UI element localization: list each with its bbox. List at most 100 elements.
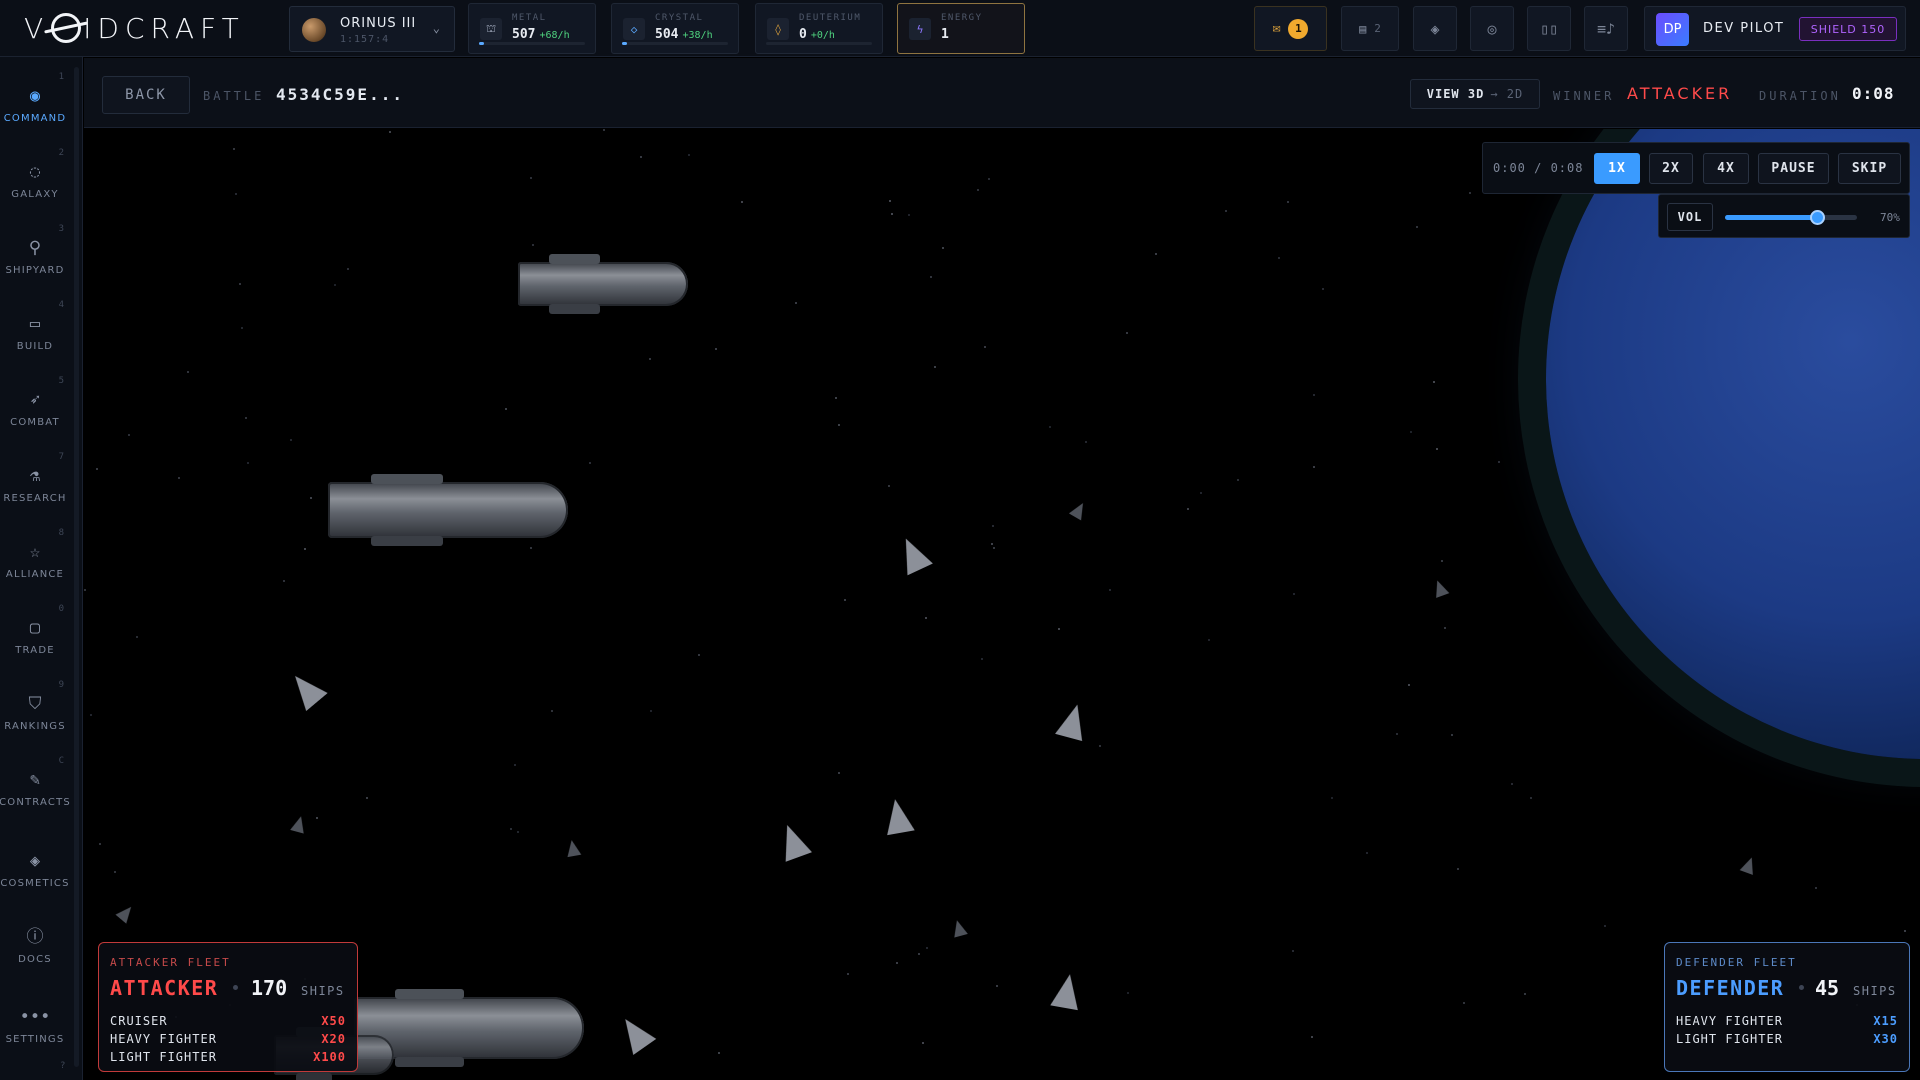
fleet-name: DEFENDER — [1676, 976, 1785, 1000]
planet-backdrop — [84, 129, 1920, 1080]
sidebar-item-label: DOCS — [18, 953, 52, 965]
galaxy-icon: ◌ — [29, 161, 41, 182]
planet-globe-icon — [302, 18, 326, 42]
sidebar-item-label: COSMETICS — [0, 877, 70, 889]
sidebar-item-cosmetics[interactable]: ◈ COSMETICS — [0, 833, 70, 905]
skip-button[interactable]: SKIP — [1838, 153, 1901, 184]
resource-energy[interactable]: ϟ ENERGY 1 — [897, 3, 1025, 54]
deuterium-icon: ◊ — [767, 18, 789, 40]
sidebar-item-alliance[interactable]: 8 ☆ ALLIANCE — [0, 524, 70, 596]
mail-button[interactable]: ✉ 1 — [1254, 6, 1327, 51]
volume-slider[interactable] — [1725, 210, 1857, 225]
sidebar-item-label: CONTRACTS — [0, 796, 71, 808]
app-logo[interactable]: V IDCRAFT — [24, 12, 245, 45]
resource-label: METAL — [512, 13, 547, 23]
resource-metal[interactable]: ⛫ METAL 507 +68/h — [468, 3, 596, 54]
avatar: DP — [1656, 13, 1689, 46]
command-icon: ◉ — [29, 85, 41, 106]
view-alt-label: → 2D — [1490, 87, 1524, 101]
shortcut-key: 4 — [58, 300, 64, 310]
shortcut-key: 9 — [58, 680, 64, 690]
battle-header: BACK BATTLE 4534C59E... VIEW 3D → 2D WINN… — [84, 58, 1920, 128]
resource-bar — [622, 42, 728, 45]
shortcut-key: 0 — [58, 604, 64, 614]
resource-rate: +0/h — [810, 30, 835, 41]
speed-2x-button[interactable]: 2X — [1649, 153, 1693, 184]
fleet-count: 170 — [251, 976, 288, 1000]
sidebar-item-label: ALLIANCE — [5, 568, 65, 580]
separator-dot — [1799, 985, 1804, 990]
back-button[interactable]: BACK — [102, 76, 190, 114]
shipyard-icon: ⚲ — [28, 237, 42, 258]
music-button[interactable]: ≡♪ — [1584, 6, 1628, 51]
ships-label: SHIPS — [301, 984, 345, 998]
fleet-title: ATTACKER FLEET — [110, 956, 231, 969]
resource-bar — [479, 42, 585, 45]
playlist-icon: ≡♪ — [1596, 19, 1616, 38]
fighter-ship — [881, 796, 915, 836]
playback-controls: 0:00 / 0:08 1X 2X 4X PAUSE SKIP — [1482, 142, 1910, 194]
battle-viewport[interactable] — [84, 129, 1920, 1080]
sidebar-item-rankings[interactable]: 9 ⛉ RANKINGS — [0, 676, 70, 748]
tasks-button[interactable]: ▤ 2 — [1341, 6, 1399, 51]
user-menu[interactable]: DP DEV PILOT SHIELD 150 — [1644, 6, 1906, 51]
sidebar-item-research[interactable]: 7 ⚗ RESEARCH — [0, 448, 70, 520]
build-icon: ▭ — [29, 313, 41, 334]
sidebar-item-docs[interactable]: ⓘ DOCS — [0, 909, 70, 981]
pause-button[interactable]: PAUSE — [1758, 153, 1829, 184]
alliance-icon: ☆ — [29, 541, 41, 562]
shortcut-key: 7 — [58, 452, 64, 462]
sidebar-item-galaxy[interactable]: 2 ◌ GALAXY — [0, 144, 70, 216]
sidebar-item-label: RANKINGS — [4, 720, 66, 732]
resource-bar — [766, 42, 872, 45]
cosmetics-icon: ◈ — [29, 850, 41, 871]
clipboard-icon: ▤ — [1359, 21, 1367, 36]
separator-dot — [233, 985, 238, 990]
metal-icon: ⛫ — [480, 18, 502, 40]
duration-label: DURATION — [1759, 89, 1841, 103]
crystal-icon: ◇ — [623, 18, 645, 40]
sidebar-item-build[interactable]: 4 ▭ BUILD — [0, 296, 70, 368]
cruiser-ship — [328, 474, 568, 546]
trade-icon: ▢ — [29, 617, 41, 638]
speed-1x-button[interactable]: 1X — [1594, 153, 1640, 184]
resource-deuterium[interactable]: ◊ DEUTERIUM 0 +0/h — [755, 3, 883, 54]
sidebar-item-label: BUILD — [16, 340, 54, 352]
fleet-unit-row: CRUISER X50 — [110, 1014, 346, 1028]
mute-button[interactable]: VOL — [1667, 203, 1713, 231]
combat-icon: ➶ — [29, 389, 41, 410]
sidebar-item-label: SHIPYARD — [5, 264, 65, 276]
resource-crystal[interactable]: ◇ CRYSTAL 504 +38/h — [611, 3, 739, 54]
speed-4x-button[interactable]: 4X — [1703, 153, 1749, 184]
top-bar: V IDCRAFT ORINUS III 1:157:4 ⌄ ⛫ METAL 50… — [0, 0, 1920, 57]
target-button[interactable]: ◎ — [1470, 6, 1514, 51]
sidebar-item-label: COMMAND — [3, 112, 67, 124]
duration-value: 0:08 — [1852, 84, 1895, 103]
sidebar-item-trade[interactable]: 0 ▢ TRADE — [0, 600, 70, 672]
sidebar-item-settings[interactable]: ••• SETTINGS — [0, 989, 70, 1061]
sidebar-item-shipyard[interactable]: 3 ⚲ SHIPYARD — [0, 220, 70, 292]
sidebar-item-contracts[interactable]: C ✎ CONTRACTS — [0, 752, 70, 824]
sidebar: 1 ◉ COMMAND 2 ◌ GALAXY 3 ⚲ SHIPYARD 4 ▭ … — [0, 57, 83, 1080]
sidebar-item-label: TRADE — [15, 644, 55, 656]
view-toggle-button[interactable]: VIEW 3D → 2D — [1410, 79, 1540, 109]
sidebar-item-command[interactable]: 1 ◉ COMMAND — [0, 68, 70, 140]
resource-label: CRYSTAL — [655, 13, 704, 23]
resource-label: DEUTERIUM — [799, 13, 862, 23]
fleet-name: ATTACKER — [110, 976, 219, 1000]
rankings-icon: ⛉ — [28, 693, 42, 714]
sidebar-item-combat[interactable]: 5 ➶ COMBAT — [0, 372, 70, 444]
volume-knob[interactable] — [1810, 210, 1826, 225]
contracts-icon: ✎ — [29, 769, 41, 790]
resource-rate: +68/h — [539, 30, 570, 41]
winner-label: WINNER — [1553, 89, 1615, 103]
tasks-count: 2 — [1374, 22, 1381, 35]
planet-selector[interactable]: ORINUS III 1:157:4 ⌄ — [289, 6, 455, 52]
docs-icon: ⓘ — [26, 926, 44, 947]
codex-button[interactable]: ▯▯ — [1527, 6, 1571, 51]
cosmetics-shop-button[interactable]: ◈ — [1413, 6, 1457, 51]
chevron-down-icon: ⌄ — [432, 21, 440, 35]
shortcut-key: 8 — [58, 528, 64, 538]
sidebar-scrollbar[interactable] — [74, 67, 79, 1067]
resource-value: 1 — [941, 27, 949, 42]
